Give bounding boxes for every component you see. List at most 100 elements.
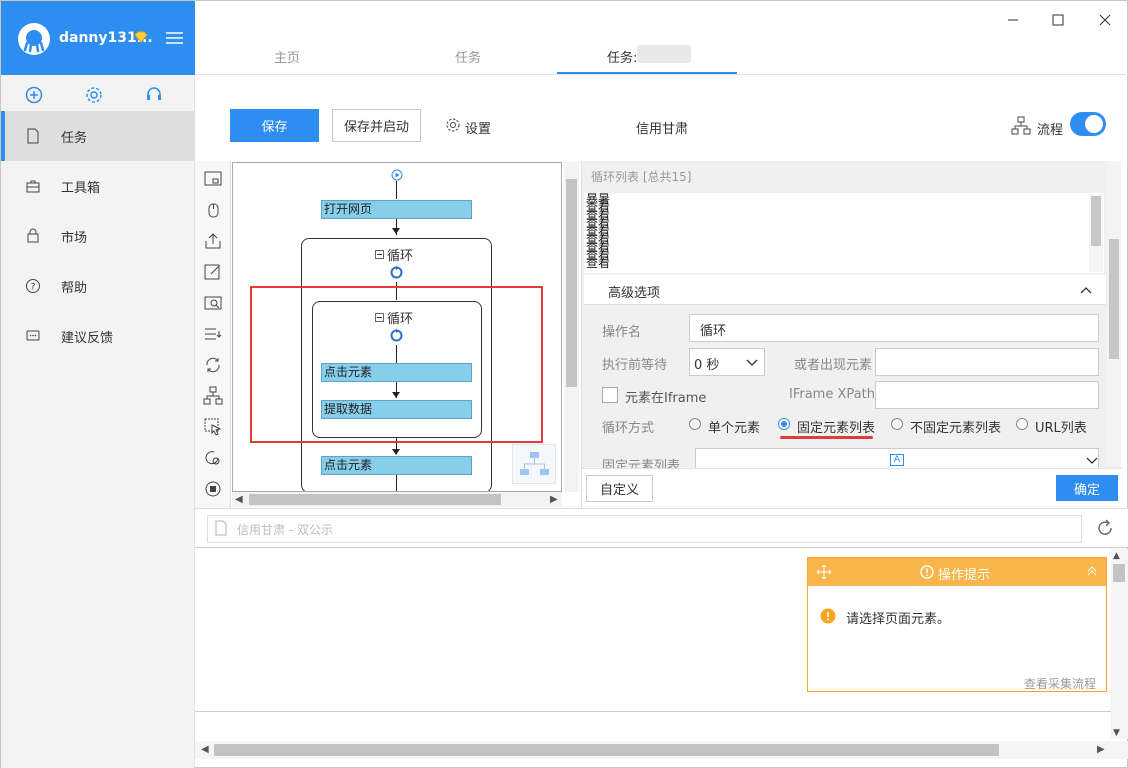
step-open-page[interactable]: 打开网页 (321, 200, 472, 219)
extract-tool-icon[interactable] (203, 231, 223, 251)
switch-dropdown-tool-icon[interactable] (203, 324, 223, 344)
scroll-right-icon[interactable]: ▶ (1097, 744, 1105, 755)
radio-variable-list[interactable] (891, 418, 903, 430)
tool-column (195, 161, 231, 508)
captcha-tool-icon[interactable] (203, 293, 223, 313)
loop-list-title: 循环列表 [总共15] (591, 170, 692, 184)
scroll-thumb[interactable] (566, 179, 577, 387)
outer-loop-label: 循环 (387, 249, 414, 264)
click-tool-icon[interactable] (203, 200, 223, 220)
help-icon: ? (25, 278, 41, 294)
sidebar-item-task[interactable]: 任务 (1, 111, 194, 161)
scroll-thumb[interactable] (1109, 239, 1119, 359)
operation-tip-popup: 操作提示 请选择页面元素。 查看采集流程 (807, 557, 1107, 692)
iframe-xpath-input[interactable] (875, 381, 1099, 409)
sidebar-item-help[interactable]: ? 帮助 (1, 261, 194, 311)
tip-title-text: 操作提示 (938, 568, 991, 583)
confirm-button[interactable]: 确定 (1056, 475, 1118, 501)
tab-home[interactable]: 主页 (274, 47, 300, 66)
chevron-down-icon (746, 357, 758, 372)
op-name-label: 操作名 (602, 325, 642, 340)
stop-tool-icon[interactable] (203, 479, 223, 499)
underline-mark (780, 436, 873, 439)
headset-icon[interactable] (144, 85, 164, 105)
radio-label: 不固定元素列表 (910, 421, 1002, 436)
input-text-tool-icon[interactable] (203, 262, 223, 282)
address-text: 信用甘肃 - 双公示 (237, 523, 333, 537)
radio-label: 固定元素列表 (797, 421, 876, 436)
save-and-start-button[interactable]: 保存并启动 (332, 109, 421, 142)
or-appear-input[interactable] (875, 348, 1099, 376)
scroll-thumb[interactable] (214, 744, 999, 756)
scroll-thumb[interactable] (249, 494, 501, 505)
settings-button[interactable]: 设置 (445, 117, 491, 137)
chevron-up-icon[interactable] (1080, 284, 1092, 299)
divider (195, 711, 1111, 712)
custom-button[interactable]: 自定义 (586, 475, 653, 502)
gear-icon[interactable] (84, 85, 104, 105)
hover-tool-icon[interactable] (203, 417, 223, 437)
step-click-element[interactable]: 点击元素 (321, 456, 472, 475)
view-flow-link[interactable]: 查看采集流程 (1024, 675, 1096, 692)
config-footer (582, 468, 1122, 508)
scroll-left-icon[interactable]: ◀ (235, 494, 243, 505)
flowchart-icon (1011, 116, 1031, 140)
radio-url-list[interactable] (1016, 418, 1028, 430)
tip-header[interactable]: 操作提示 (808, 558, 1106, 586)
iframe-checkbox[interactable] (602, 387, 618, 403)
maximize-icon[interactable] (1048, 10, 1068, 30)
add-task-icon[interactable] (24, 85, 44, 105)
branch-tool-icon[interactable] (203, 386, 223, 406)
flow-toggle[interactable] (1070, 112, 1106, 136)
list-item: 查看 (586, 240, 611, 254)
sidebar-item-label: 工具箱 (61, 180, 101, 196)
sidebar-item-feedback[interactable]: 建议反馈 (1, 311, 194, 361)
avatar[interactable] (18, 23, 50, 55)
scroll-down-icon[interactable]: ▼ (1113, 728, 1120, 738)
collapse-icon[interactable] (375, 250, 384, 259)
list-item: 查看 (586, 216, 611, 230)
fixed-list-field[interactable]: A (695, 448, 1099, 468)
advanced-options-header[interactable] (584, 275, 1106, 305)
scroll-left-icon[interactable]: ◀ (201, 744, 209, 755)
radio-fixed-list[interactable] (778, 418, 790, 430)
auto-layout-icon[interactable] (512, 444, 556, 484)
loop-list[interactable]: 暴暑 查看 查看 查看 查看 查看 查看 查看 查看 (584, 193, 1104, 273)
refresh-icon[interactable] (1097, 519, 1113, 537)
scroll-up-icon[interactable]: ▲ (1113, 551, 1120, 561)
list-item: 查看 (586, 248, 611, 262)
iframe-xpath-label: IFrame XPath (789, 387, 875, 402)
sidebar-item-toolbox[interactable]: 工具箱 (1, 161, 194, 211)
loop-tool-icon[interactable] (203, 355, 223, 375)
collapse-up-icon[interactable] (1086, 565, 1098, 581)
sidebar-item-label: 帮助 (61, 280, 88, 296)
radio-single-element[interactable] (689, 418, 701, 430)
list-scrollbar[interactable] (1089, 194, 1103, 272)
document-icon (25, 128, 41, 144)
sidebar-item-label: 建议反馈 (61, 330, 114, 346)
chat-icon (25, 328, 41, 344)
move-icon[interactable] (816, 564, 832, 584)
task-name: 信用甘肃 (636, 122, 689, 137)
tab-tasks[interactable]: 任务 (455, 47, 481, 66)
wait-tool-icon[interactable] (203, 448, 223, 468)
address-input[interactable] (207, 515, 1082, 543)
wait-select[interactable]: 0 秒 (689, 348, 765, 376)
save-button[interactable]: 保存 (230, 109, 319, 142)
list-item: 查看 (586, 200, 611, 214)
close-icon[interactable] (1095, 10, 1115, 30)
scroll-right-icon[interactable]: ▶ (550, 494, 558, 505)
open-page-tool-icon[interactable] (203, 169, 223, 189)
outer-loop-title[interactable]: 循环 (375, 245, 413, 264)
sidebar-item-market[interactable]: 市场 (1, 211, 194, 261)
op-name-input[interactable]: 循环 (689, 314, 1099, 342)
flow-label: 流程 (1037, 122, 1064, 138)
flow-toggle-label[interactable]: 流程 (1011, 116, 1063, 140)
menu-icon[interactable] (166, 32, 183, 44)
settings-label: 设置 (465, 121, 492, 137)
minimize-icon[interactable] (1003, 10, 1023, 30)
tab-current-task[interactable]: 任务: (607, 47, 637, 66)
tip-title: 操作提示 (920, 564, 990, 583)
scroll-thumb[interactable] (1113, 564, 1125, 582)
list-item: 查看 (586, 256, 611, 270)
